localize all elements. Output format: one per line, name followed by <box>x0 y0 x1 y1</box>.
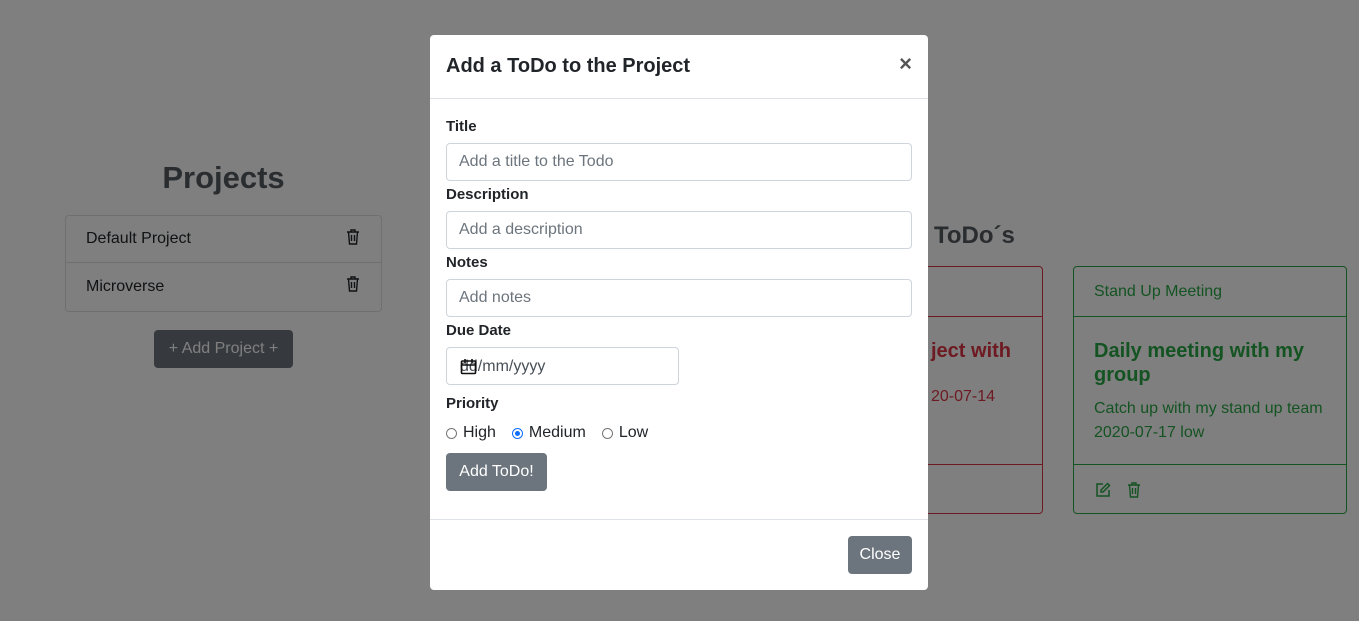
priority-option-label: Low <box>618 424 649 441</box>
priority-radio-medium[interactable] <box>511 427 523 439</box>
due-date-input[interactable]: dd/mm/yyyy <box>446 347 679 385</box>
priority-radio-high[interactable] <box>446 427 457 439</box>
priority-option-label: High <box>463 424 496 441</box>
description-input[interactable] <box>446 211 912 249</box>
description-label: Description <box>446 186 529 203</box>
priority-option-label: Medium <box>528 424 586 441</box>
modal-header: Add a ToDo to the Project × <box>430 35 928 99</box>
priority-radio-group: High Medium Low <box>446 424 912 442</box>
title-label: Title <box>446 118 477 135</box>
notes-label: Notes <box>446 254 488 271</box>
add-todo-modal: Add a ToDo to the Project × Title Descri… <box>430 35 928 590</box>
app-background: Projects Default Project Microverse + Ad… <box>0 0 1359 621</box>
add-todo-button[interactable]: Add ToDo! <box>446 453 547 491</box>
due-date-label: Due Date <box>446 322 512 339</box>
modal-footer: Close <box>430 519 928 591</box>
modal-title: Add a ToDo to the Project <box>446 55 691 77</box>
close-icon[interactable]: × <box>899 53 912 75</box>
priority-radio-low[interactable] <box>601 427 613 439</box>
notes-input[interactable] <box>446 279 912 317</box>
calendar-icon[interactable] <box>460 358 662 380</box>
modal-body: Title Description Notes Due Date dd/mm/y… <box>446 98 912 491</box>
priority-label: Priority <box>446 395 499 412</box>
close-button[interactable]: Close <box>848 536 912 574</box>
title-input[interactable] <box>446 143 912 181</box>
